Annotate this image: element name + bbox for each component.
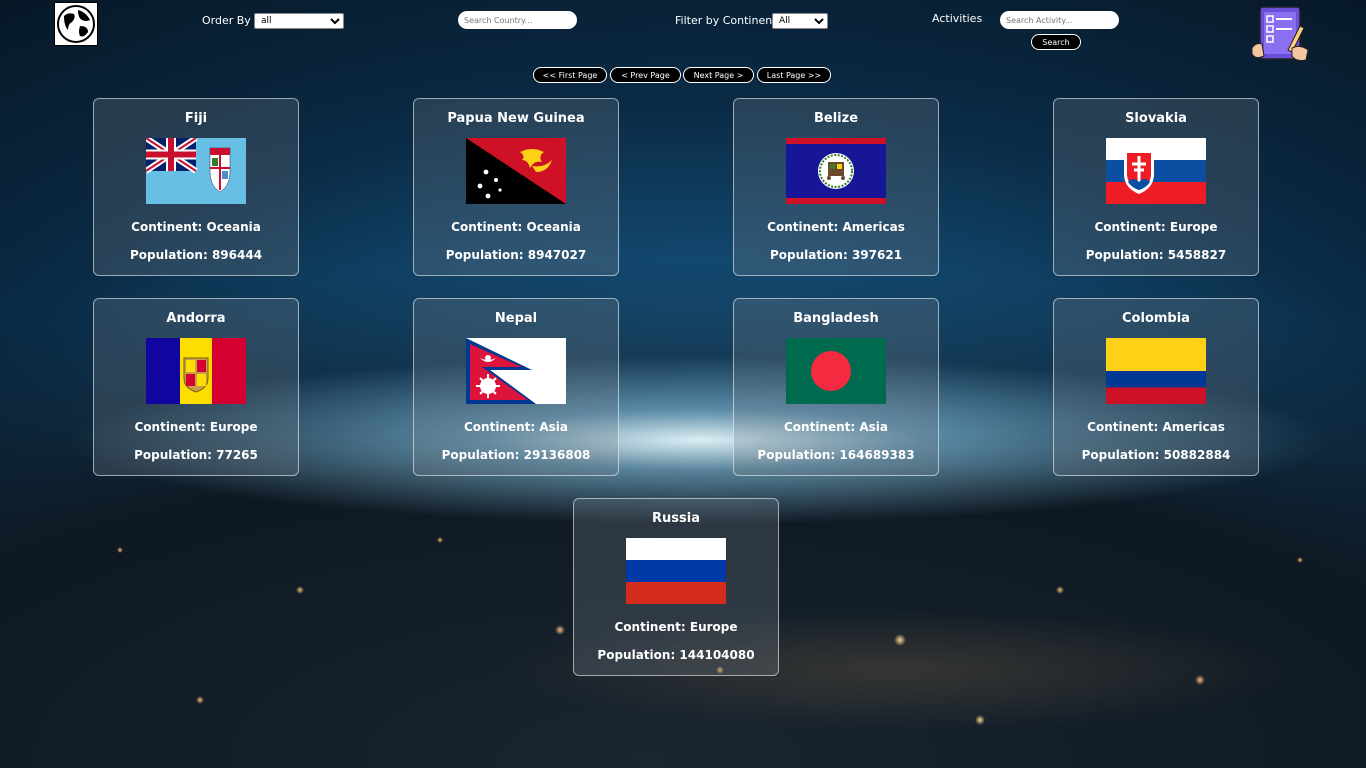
- country-continent: Continent: Europe: [614, 620, 738, 634]
- country-name: Colombia: [1122, 311, 1190, 326]
- order-by-select[interactable]: all: [254, 13, 344, 29]
- search-activity-button[interactable]: Search: [1031, 34, 1081, 50]
- country-population: Population: 29136808: [441, 448, 591, 462]
- country-name: Bangladesh: [793, 311, 879, 326]
- country-card-slovakia[interactable]: Slovakia Continent: Europe Population: 5…: [1053, 98, 1259, 276]
- country-card-papua-new-guinea[interactable]: Papua New Guinea Continent: Oceania Popu…: [413, 98, 619, 276]
- country-name: Russia: [652, 511, 700, 526]
- next-page-button[interactable]: Next Page >: [683, 67, 754, 83]
- country-population: Population: 144104080: [597, 648, 755, 662]
- country-population: Population: 896444: [129, 248, 263, 262]
- search-activity-input[interactable]: [1000, 11, 1119, 29]
- country-name: Nepal: [494, 311, 538, 326]
- country-continent: Continent: Europe: [134, 420, 258, 434]
- nepal-flag: [466, 338, 566, 404]
- country-card-colombia[interactable]: Colombia Continent: Americas Population:…: [1053, 298, 1259, 476]
- papua-new-guinea-flag: [466, 138, 566, 204]
- search-country-input[interactable]: [458, 11, 577, 29]
- country-continent: Continent: Americas: [1087, 420, 1225, 434]
- country-name: Belize: [813, 111, 859, 126]
- fiji-flag: [146, 138, 246, 204]
- slovakia-flag: [1106, 138, 1206, 204]
- country-population: Population: 397621: [769, 248, 903, 262]
- country-continent: Continent: Oceania: [451, 220, 581, 234]
- colombia-flag: [1106, 338, 1206, 404]
- country-card-andorra[interactable]: Andorra Continent: Europe Population: 77…: [93, 298, 299, 476]
- russia-flag: [626, 538, 726, 604]
- activities-label: Activities: [932, 12, 983, 25]
- country-name: Slovakia: [1125, 111, 1187, 126]
- bangladesh-flag: [786, 338, 886, 404]
- country-card-nepal[interactable]: Nepal Continent: Asia Population: 291368…: [413, 298, 619, 476]
- belize-flag: [786, 138, 886, 204]
- country-card-russia[interactable]: Russia Continent: Europe Population: 144…: [573, 498, 779, 676]
- andorra-flag: [146, 338, 246, 404]
- last-page-button[interactable]: Last Page >>: [757, 67, 831, 83]
- country-population: Population: 8947027: [445, 248, 587, 262]
- country-continent: Continent: Asia: [463, 420, 569, 434]
- country-name: Papua New Guinea: [447, 111, 585, 126]
- filter-continent-label: Filter by Continent: [675, 14, 777, 27]
- country-continent: Continent: Oceania: [131, 220, 261, 234]
- prev-page-button[interactable]: < Prev Page: [610, 67, 681, 83]
- country-card-bangladesh[interactable]: Bangladesh Continent: Asia Population: 1…: [733, 298, 939, 476]
- country-name: Fiji: [184, 111, 208, 126]
- country-name: Andorra: [166, 311, 226, 326]
- country-population: Population: 164689383: [757, 448, 915, 462]
- country-continent: Continent: Asia: [783, 420, 889, 434]
- first-page-button[interactable]: << First Page: [533, 67, 607, 83]
- order-by-label: Order By: [202, 14, 251, 27]
- checklist-icon[interactable]: [1250, 4, 1310, 62]
- globe-logo-icon[interactable]: [54, 2, 98, 46]
- country-population: Population: 50882884: [1081, 448, 1231, 462]
- country-continent: Continent: Europe: [1094, 220, 1218, 234]
- country-card-belize[interactable]: Belize Continent: Americas Population: 3…: [733, 98, 939, 276]
- country-card-fiji[interactable]: Fiji Continent: Oceania Population: 8964…: [93, 98, 299, 276]
- country-continent: Continent: Americas: [767, 220, 905, 234]
- country-population: Population: 77265: [134, 448, 258, 462]
- filter-continent-select[interactable]: All: [772, 13, 828, 29]
- country-population: Population: 5458827: [1085, 248, 1227, 262]
